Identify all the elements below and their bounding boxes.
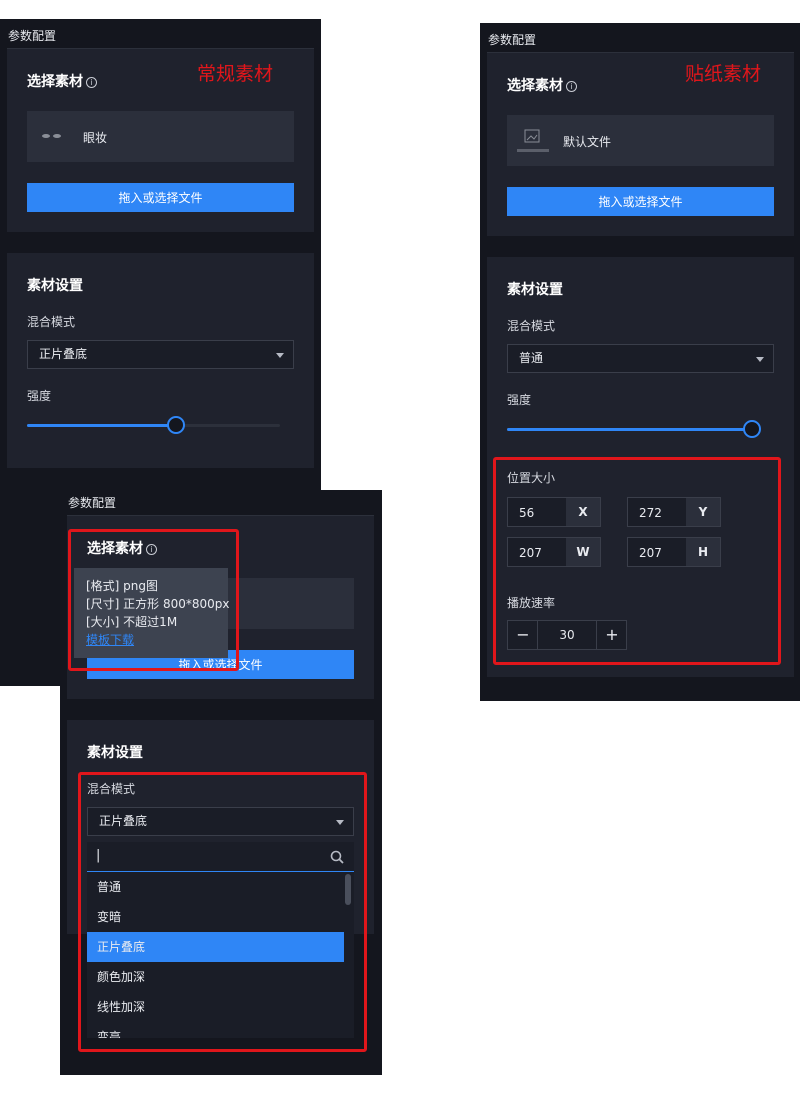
chevron-down-icon <box>276 353 284 358</box>
strength-slider-handle[interactable] <box>167 416 186 434</box>
select-material-card: 选择素材 i 贴纸素材 默认文件 拖入或选择文件 <box>487 53 794 236</box>
blend-mode-label: 混合模式 <box>27 315 76 329</box>
info-icon[interactable]: i <box>566 81 577 92</box>
strength-slider-fill <box>27 424 177 427</box>
image-placeholder-icon <box>517 129 549 152</box>
blend-mode-select[interactable]: 普通 <box>507 344 774 373</box>
sticker-material-tag: 贴纸素材 <box>685 63 762 85</box>
material-settings-card: 素材设置 混合模式 正片叠底 强度 <box>7 253 314 468</box>
panel-title: 参数配置 <box>68 496 117 510</box>
highlight-blend-dropdown <box>78 772 367 1052</box>
select-material-title: 选择素材 i <box>27 71 97 91</box>
upload-button[interactable]: 拖入或选择文件 <box>27 183 294 212</box>
strength-label: 强度 <box>507 393 532 407</box>
select-material-title: 选择素材 i <box>507 75 577 95</box>
eye-makeup-thumbnail-icon <box>42 134 61 138</box>
file-name: 默认文件 <box>563 135 612 149</box>
material-settings-title: 素材设置 <box>87 745 143 761</box>
highlight-select-material <box>68 529 239 671</box>
blend-mode-label: 混合模式 <box>507 319 556 333</box>
dropdown-demo-panel: 参数配置 选择素材 i 拖入或选择文件 [格式] png图 [尺寸] 正方形 80… <box>60 490 382 1075</box>
file-item[interactable]: 默认文件 <box>507 115 774 166</box>
material-settings-title: 素材设置 <box>27 278 83 294</box>
panel-title: 参数配置 <box>488 33 537 47</box>
highlight-position-speed <box>493 457 781 665</box>
file-name: 眼妆 <box>83 131 108 145</box>
upload-button[interactable]: 拖入或选择文件 <box>507 187 774 216</box>
strength-label: 强度 <box>27 389 52 403</box>
normal-material-tag: 常规素材 <box>197 63 274 85</box>
chevron-down-icon <box>756 357 764 362</box>
blend-mode-select[interactable]: 正片叠底 <box>27 340 294 369</box>
select-material-card: 选择素材 i 常规素材 眼妆 拖入或选择文件 <box>7 49 314 232</box>
info-icon[interactable]: i <box>86 77 97 88</box>
strength-slider-track[interactable] <box>507 420 761 438</box>
panel-title: 参数配置 <box>8 29 57 43</box>
strength-slider-fill <box>507 428 752 431</box>
strength-slider-handle[interactable] <box>743 420 761 438</box>
material-settings-title: 素材设置 <box>507 282 563 298</box>
sticker-material-panel: 参数配置 选择素材 i 贴纸素材 默认文件 拖入或选择文件 素材设置 混合模式 普… <box>480 23 800 701</box>
strength-slider-track[interactable] <box>27 416 280 434</box>
file-item[interactable]: 眼妆 <box>27 111 294 162</box>
